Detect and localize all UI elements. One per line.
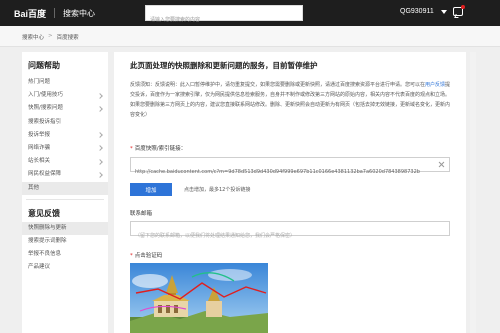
url-label-text: 百度快照/索引链接： <box>134 146 187 152</box>
chevron-down-icon <box>97 171 103 178</box>
sidebar-item-snapshot-feedback[interactable]: 快照删除与更新 <box>22 221 108 235</box>
sidebar-item-label: 网络诈骗 <box>28 144 51 151</box>
sidebar-item-label: 快照删除与更新 <box>28 224 67 231</box>
chevron-down-icon <box>97 158 103 165</box>
sidebar-item-label: 举报不良信息 <box>28 251 62 258</box>
feedback-link[interactable]: 用户反馈 <box>425 82 445 88</box>
search-input[interactable] <box>146 13 302 27</box>
email-label-text: 联系邮箱 <box>130 211 153 217</box>
email-input[interactable] <box>131 229 449 243</box>
sidebar-divider <box>26 198 104 200</box>
captcha-image[interactable] <box>130 263 268 333</box>
sidebar-item-label: 快照/搜索问题 <box>28 105 63 112</box>
caret-down-icon[interactable] <box>441 10 447 14</box>
chevron-down-icon <box>97 92 103 99</box>
breadcrumb-separator: > <box>48 33 53 39</box>
sidebar-item-label: 站长相关 <box>28 158 51 165</box>
email-field[interactable] <box>130 221 450 243</box>
sidebar-item-webmaster[interactable]: 站长相关 <box>22 155 108 168</box>
sidebar-item-hot-questions[interactable]: 热门问题 <box>22 76 108 89</box>
logo-divider <box>54 8 56 18</box>
captcha-label-text: 点击验证码 <box>134 253 163 259</box>
sidebar-item-label: 搜索投诉指引 <box>28 118 62 125</box>
notification-dot <box>461 5 465 9</box>
sidebar-item-label: 投诉举报 <box>28 131 51 138</box>
baidu-logo[interactable]: Bai百度 搜索中心 <box>14 6 95 20</box>
notice-text: 反馈须知：反馈说明：此入口暂停维护中，请勿重复提交，如果您需要删除或更新快照，请… <box>130 80 452 120</box>
sidebar-title-feedback: 意见反馈 <box>28 208 60 218</box>
sidebar-item-getting-started[interactable]: 入门/使用技巧 <box>22 89 108 102</box>
sidebar-item-report[interactable]: 投诉举报 <box>22 129 108 142</box>
add-hint: 点击增加，最多12个投诉链接 <box>184 187 251 193</box>
chevron-down-icon <box>97 145 103 152</box>
breadcrumb-bar: 搜索中心 > 百度搜索 <box>0 26 500 47</box>
page-title: 此页面处理的快照删除和更新问题的服务，目前暂停维护 <box>130 61 318 70</box>
search-box[interactable] <box>145 5 303 27</box>
add-button[interactable]: 增加 <box>130 183 172 196</box>
sidebar-item-product-suggestion[interactable]: 产品建议 <box>22 261 108 274</box>
sidebar-item-label: 搜索提示词删除 <box>28 237 67 244</box>
sidebar-item-snapshot-search[interactable]: 快照/搜索问题 <box>22 102 108 115</box>
sidebar-item-suggest-removal[interactable]: 搜索提示词删除 <box>22 235 108 248</box>
sidebar-item-complaint-guide[interactable]: 搜索投诉指引 <box>22 116 108 129</box>
url-label: * 百度快照/索引链接： <box>130 144 186 152</box>
breadcrumb: 搜索中心 > 百度搜索 <box>22 33 79 41</box>
close-icon[interactable] <box>438 161 445 168</box>
sidebar-item-label: 热门问题 <box>28 79 51 85</box>
captcha-label: * 点击验证码 <box>130 251 162 259</box>
sidebar-item-other[interactable]: 其他 <box>22 181 108 195</box>
sidebar-item-user-rights[interactable]: 网民权益保障 <box>22 168 108 181</box>
sidebar-item-label: 产品建议 <box>28 264 51 271</box>
chevron-down-icon <box>97 132 103 139</box>
required-marker: * <box>130 146 133 152</box>
url-input[interactable] <box>131 165 436 179</box>
breadcrumb-item-baidu-search[interactable]: 百度搜索 <box>57 33 79 41</box>
chevron-down-icon <box>97 106 103 112</box>
sidebar-item-online-fraud[interactable]: 网络诈骗 <box>22 142 108 155</box>
sidebar-item-label: 网民权益保障 <box>28 171 62 178</box>
email-label: 联系邮箱 <box>130 209 152 217</box>
main-panel: 此页面处理的快照删除和更新问题的服务，目前暂停维护 反馈须知：反馈说明：此入口暂… <box>114 52 466 333</box>
logo-text: Bai百度 <box>14 8 47 19</box>
logo-subtitle: 搜索中心 <box>63 8 96 18</box>
notice-before-link: 反馈须知：反馈说明：此入口暂停维护中，请勿重复提交，如果您需要删除或更新快照，请… <box>130 82 426 88</box>
sidebar-title-help: 问题帮助 <box>28 61 60 70</box>
url-field[interactable] <box>130 157 450 179</box>
breadcrumb-item-search-center[interactable]: 搜索中心 <box>22 33 44 41</box>
sidebar-item-report-bad-info[interactable]: 举报不良信息 <box>22 248 108 261</box>
sidebar-item-label: 其他 <box>28 184 40 191</box>
captcha-picture <box>130 263 268 333</box>
sidebar-item-label: 入门/使用技巧 <box>28 92 63 99</box>
page-scrollbar[interactable] <box>470 52 476 333</box>
sidebar: 问题帮助 热门问题 入门/使用技巧 快照/搜索问题 搜索投诉指引 投诉举报 网络… <box>22 52 108 333</box>
top-header: Bai百度 搜索中心 QG930911 <box>0 0 500 27</box>
required-marker: * <box>130 253 133 259</box>
user-name[interactable]: QG930911 <box>400 8 434 15</box>
